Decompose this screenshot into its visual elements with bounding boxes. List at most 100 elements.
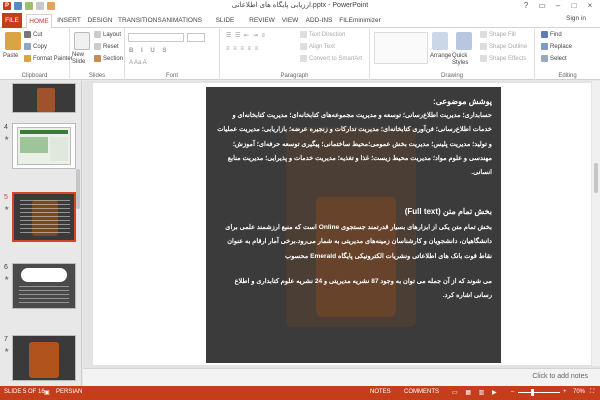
spellcheck-icon[interactable]: ▣ (44, 389, 50, 396)
tab-insert[interactable]: INSERT (56, 14, 82, 28)
view-buttons[interactable]: ▭ ▦ ▥ ▶ (452, 389, 500, 396)
text-direction-button[interactable]: Text Direction (300, 31, 345, 38)
binoculars-icon (541, 31, 548, 38)
editing-group: Find Replace Select Editing (535, 28, 600, 80)
tab-design[interactable]: DESIGN (86, 14, 114, 28)
font-color-buttons[interactable]: A Aa A (129, 60, 147, 66)
slide-thumbnail[interactable] (12, 123, 76, 169)
arrange-icon[interactable] (432, 32, 448, 50)
slide-canvas[interactable]: پوشش موضوعی: حسابداری؛ مدیریت اطلاع‌رسان… (93, 83, 591, 365)
paste-button[interactable]: Paste (3, 53, 18, 59)
title-bar: P ارزیابی پایگاه های اطلاعاتی.pptx - Pow… (0, 0, 600, 12)
tab-animations[interactable]: ANIMATIONS (162, 14, 202, 28)
minimize-button[interactable]: – (550, 0, 566, 12)
font-group: B I U S A Aa A Font (125, 28, 220, 80)
font-format-buttons[interactable]: B I U S (129, 48, 169, 54)
slide-thumbnail[interactable] (12, 83, 76, 113)
thumbnail-scrollbar[interactable] (76, 169, 80, 209)
ribbon: Paste Cut Copy Format Painter Clipboard … (0, 28, 600, 80)
editing-label: Editing (558, 73, 577, 79)
zoom-out-button[interactable]: – (511, 389, 514, 395)
zoom-in-button[interactable]: + (563, 389, 567, 395)
ribbon-display-button[interactable]: ▭ (534, 0, 550, 12)
slide-count: SLIDE 5 OF 16 (4, 389, 45, 395)
new-slide-button[interactable]: New Slide (72, 52, 92, 66)
help-button[interactable]: ? (518, 0, 534, 12)
slides-group: New Slide Layout Reset Section Slides (70, 28, 125, 80)
notes-pane[interactable]: Click to add notes (83, 368, 600, 386)
list-buttons[interactable]: ☰ ☰ ⇤ ⇥ ≡ (226, 32, 266, 39)
notes-placeholder: Click to add notes (532, 373, 588, 380)
zoom-slider[interactable] (518, 392, 560, 393)
tab-fileminimizer[interactable]: FILEminimizer (338, 14, 382, 28)
cursor-icon (541, 55, 548, 62)
smartart-button[interactable]: Convert to SmartArt (300, 55, 362, 62)
shapes-gallery[interactable] (374, 32, 428, 64)
section-button[interactable]: Section (94, 55, 123, 62)
shape-effects-button[interactable]: Shape Effects (480, 55, 526, 62)
fit-slide-icon[interactable]: ⛶ (590, 389, 594, 396)
pen-icon (480, 43, 487, 50)
paragraph-group: ☰ ☰ ⇤ ⇥ ≡ ≡ ≡ ≡ ≡ ≡ Text Direction Align… (220, 28, 370, 80)
thumbnail-image (37, 88, 55, 112)
section-icon (94, 55, 101, 62)
sign-in-link[interactable]: Sign in (566, 15, 586, 22)
brush-icon (24, 55, 31, 62)
animation-star-icon: ★ (4, 348, 10, 354)
align-buttons[interactable]: ≡ ≡ ≡ ≡ ≡ (226, 46, 259, 52)
paste-icon[interactable] (5, 32, 21, 50)
font-label: Font (165, 73, 178, 79)
status-bar: SLIDE 5 OF 16 ▣ PERSIAN NOTES COMMENTS ▭… (0, 386, 600, 400)
tab-transitions[interactable]: TRANSITIONS (118, 14, 162, 28)
smartart-icon (300, 55, 307, 62)
paragraph-label: Paragraph (280, 73, 309, 79)
editor-scrollbar[interactable] (592, 81, 600, 366)
paint-bucket-icon (480, 31, 487, 38)
tab-add-ins[interactable]: ADD-INS (304, 14, 334, 28)
shape-outline-button[interactable]: Shape Outline (480, 43, 527, 50)
new-slide-icon[interactable] (74, 32, 90, 50)
reset-button[interactable]: Reset (94, 43, 119, 50)
quick-styles-button[interactable]: Quick Styles (452, 53, 478, 67)
quick-styles-icon[interactable] (456, 32, 472, 50)
clipboard-group: Paste Cut Copy Format Painter Clipboard (0, 28, 73, 80)
slide-editor: پوشش موضوعی: حسابداری؛ مدیریت اطلاع‌رسان… (83, 81, 600, 386)
text-direction-icon (300, 31, 307, 38)
slide-thumbnail[interactable] (12, 335, 76, 381)
language-indicator[interactable]: PERSIAN (56, 389, 82, 395)
animation-star-icon: ★ (4, 136, 10, 142)
font-name-input[interactable] (128, 33, 184, 42)
drawing-label: Drawing (440, 73, 463, 79)
copy-button[interactable]: Copy (24, 43, 47, 50)
replace-icon (541, 43, 548, 50)
tab-home[interactable]: HOME (26, 14, 52, 29)
tab-view[interactable]: VIEW (280, 14, 300, 28)
animation-star-icon: ★ (4, 206, 10, 212)
slide-thumbnail-selected[interactable] (12, 192, 76, 242)
arrange-button[interactable]: Arrange (430, 53, 451, 59)
select-button[interactable]: Select (541, 55, 567, 62)
maximize-button[interactable]: □ (566, 0, 582, 12)
tab-file[interactable]: FILE (2, 13, 22, 28)
zoom-level[interactable]: 70% (573, 389, 585, 395)
comments-button[interactable]: COMMENTS (404, 389, 439, 395)
notes-button[interactable]: NOTES (370, 389, 391, 395)
layout-button[interactable]: Layout (94, 31, 121, 38)
shape-fill-button[interactable]: Shape Fill (480, 31, 516, 38)
thumbnail-image (21, 268, 67, 282)
find-button[interactable]: Find (541, 31, 562, 38)
slide-thumbnail[interactable] (12, 263, 76, 309)
tab-slide-show[interactable]: SLIDE SHOW (206, 14, 244, 37)
align-text-button[interactable]: Align Text (300, 43, 335, 50)
replace-button[interactable]: Replace (541, 43, 572, 50)
tab-review[interactable]: REVIEW (248, 14, 276, 28)
cut-button[interactable]: Cut (24, 31, 42, 38)
slide-number: 5 (4, 194, 8, 201)
format-painter-button[interactable]: Format Painter (24, 55, 73, 62)
zoom-slider-knob[interactable] (531, 389, 534, 396)
document-title: ارزیابی پایگاه های اطلاعاتی.pptx - Power… (231, 2, 369, 9)
close-button[interactable]: × (582, 0, 598, 12)
font-size-input[interactable] (187, 33, 205, 42)
slide-paragraph-journals: می شوند که از آن جمله می توان به وجود 87… (234, 278, 492, 300)
slide-heading-coverage: پوشش موضوعی: (433, 97, 492, 106)
